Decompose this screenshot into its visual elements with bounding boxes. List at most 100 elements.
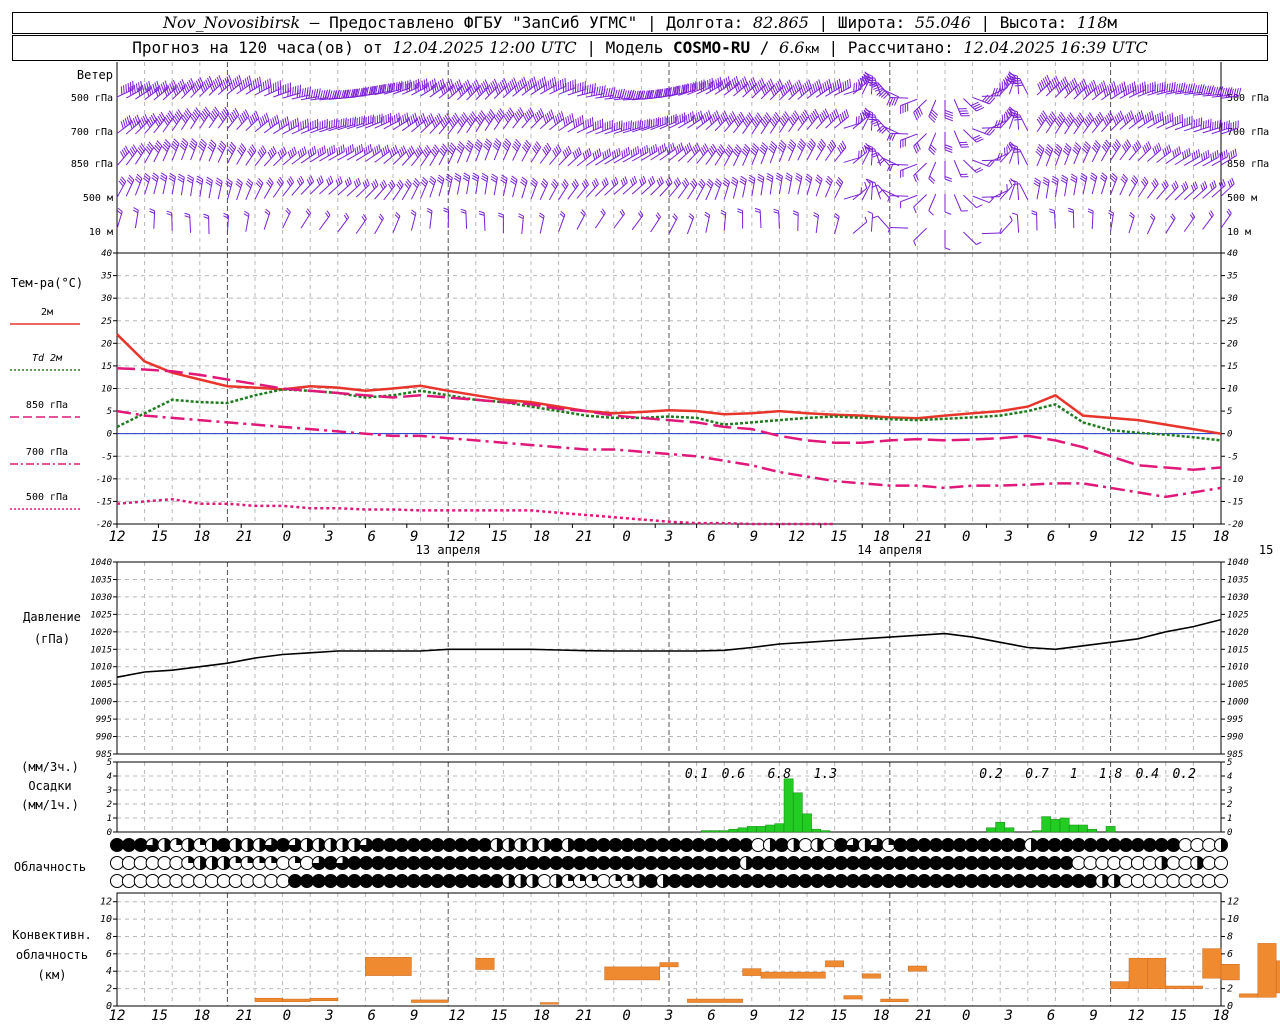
wind-barb-feather	[655, 143, 658, 152]
bottom-x-tick-label: 12	[788, 1008, 805, 1024]
precip-axis-tick-label-right: 3	[1226, 786, 1232, 796]
precip-axis-tick-label-left: 3	[106, 786, 112, 796]
day-label: 13 апреля	[416, 543, 481, 557]
cloud-cover-symbol	[489, 874, 504, 888]
wind-barb-shaft	[972, 159, 990, 168]
precip-bar	[995, 821, 1006, 833]
wind-barb-feather	[386, 144, 390, 152]
wind-barb-feather	[397, 150, 402, 158]
wind-barb-feather	[681, 84, 684, 94]
wind-barb-feather	[560, 111, 565, 119]
convective-axis-tick-label-left: 2	[106, 984, 112, 995]
wind-barb-feather	[604, 150, 607, 159]
cloud-cover-symbol	[774, 856, 789, 870]
wind-level-label-right: 500 м	[1227, 193, 1257, 204]
cloud-cover-symbol	[1000, 874, 1015, 888]
wind-barb-feather	[867, 210, 873, 215]
wind-barb-feather	[305, 210, 310, 216]
wind-barb-feather	[853, 83, 855, 92]
wind-barb-feather	[855, 82, 858, 91]
wind-barb-feather	[498, 215, 504, 218]
wind-barb-feather	[665, 180, 670, 187]
wind-barb-feather	[411, 209, 417, 214]
wind-barb-feather	[668, 176, 673, 184]
wind-barb-feather	[1209, 122, 1212, 131]
wind-barb-feather	[651, 175, 656, 183]
wind-barb-feather	[1229, 179, 1233, 186]
wind-barb-shaft	[778, 117, 790, 134]
wind-barb-shaft	[788, 116, 800, 133]
convective-cloud-box	[760, 971, 826, 979]
convective-cloud-box	[475, 957, 495, 970]
wind-barb-feather	[577, 117, 580, 126]
wind-barb-shaft	[539, 148, 552, 164]
wind-barb-feather	[265, 208, 271, 213]
wind-barb-feather	[331, 146, 334, 154]
precip-value-label: 0.2	[979, 767, 1003, 782]
wind-barb-feather	[944, 247, 951, 251]
wind-barb-shaft	[1064, 178, 1069, 197]
pressure-axis-tick-label-right: 1020	[1227, 628, 1249, 638]
cloud-cover-symbol	[418, 838, 433, 852]
convective-axis-tick-label-right: 6	[1227, 949, 1233, 960]
wind-barb-feather	[408, 116, 412, 125]
wind-barb-feather	[720, 212, 726, 216]
wind-barb-feather	[871, 120, 880, 125]
wind-barb-shaft	[456, 176, 462, 195]
wind-barb-feather	[840, 83, 843, 92]
convective-cloud-box	[880, 998, 909, 1002]
temp-axis-tick-label-right: -20	[1227, 520, 1243, 530]
pressure-axis-tick-label-left: 1010	[90, 663, 112, 673]
bottom-x-tick-label: 15	[151, 1008, 168, 1024]
bottom-x-tick-label: 21	[576, 1008, 593, 1024]
wind-barb-feather	[565, 117, 568, 126]
precip-bar	[1105, 826, 1116, 833]
cloud-cover-symbol	[1166, 856, 1181, 870]
wind-barb-feather	[240, 81, 244, 90]
wind-barb-shaft	[1064, 148, 1072, 166]
temp-axis-tick-label-right: -10	[1227, 475, 1243, 485]
meteogram-chart: Ветер 500 гПа 500 гПа 700 гПа 700 гПа 850 гПа…	[10, 62, 1280, 1024]
wind-level-label-right: 500 гПа	[1227, 93, 1269, 104]
wind-barb-feather	[608, 148, 612, 156]
pressure-axis-tick-label-left: 1030	[90, 593, 112, 603]
wind-barb-shaft	[834, 147, 847, 162]
cloud-cover-symbol	[1083, 838, 1098, 852]
pressure-axis-tick-label-left: 1005	[90, 680, 112, 690]
wind-barb-feather	[715, 79, 718, 88]
x-tick-label: 15	[830, 529, 847, 545]
wind-barb-shaft	[963, 231, 977, 245]
wind-barb-feather	[689, 112, 693, 121]
wind-barb-shaft	[972, 128, 990, 136]
cloud-cover-fill	[1221, 838, 1228, 852]
wind-barb-feather	[1194, 181, 1198, 188]
wind-barb-feather	[883, 92, 890, 99]
cloud-cover-symbol	[1071, 838, 1086, 852]
wind-barb-shaft	[493, 114, 505, 130]
cloud-cover-symbol	[430, 838, 445, 852]
wind-barb-feather	[944, 178, 952, 182]
wind-barb-feather	[820, 84, 824, 94]
wind-barb-feather	[681, 113, 684, 122]
wind-barb-feather	[329, 90, 333, 99]
wind-barb-feather	[1221, 152, 1224, 160]
wind-barb-feather	[1097, 85, 1101, 94]
precip-bar	[802, 813, 812, 833]
wind-barb-feather	[1132, 116, 1136, 125]
wind-barb-feather	[1126, 113, 1131, 122]
wind-barb-feather	[552, 117, 557, 125]
cloud-cover-symbol	[478, 856, 492, 870]
wind-barb-feather	[1202, 182, 1206, 190]
cloud-cover-symbol	[1095, 838, 1110, 852]
convective-axis-tick-label-left: 10	[100, 914, 112, 925]
wind-barb-feather	[1226, 210, 1231, 216]
pressure-axis-tick-label-left: 1025	[90, 610, 112, 620]
wind-barb-feather	[120, 121, 124, 129]
wind-barb-feather	[742, 77, 746, 87]
wind-barb-feather	[367, 145, 370, 153]
cloud-cover-symbol	[394, 874, 409, 888]
temp-legend-label: 850 гПа	[26, 400, 68, 411]
cloud-cover-symbol	[216, 874, 231, 888]
cloud-cover-symbol	[454, 856, 469, 870]
wind-barb-feather	[773, 211, 779, 214]
